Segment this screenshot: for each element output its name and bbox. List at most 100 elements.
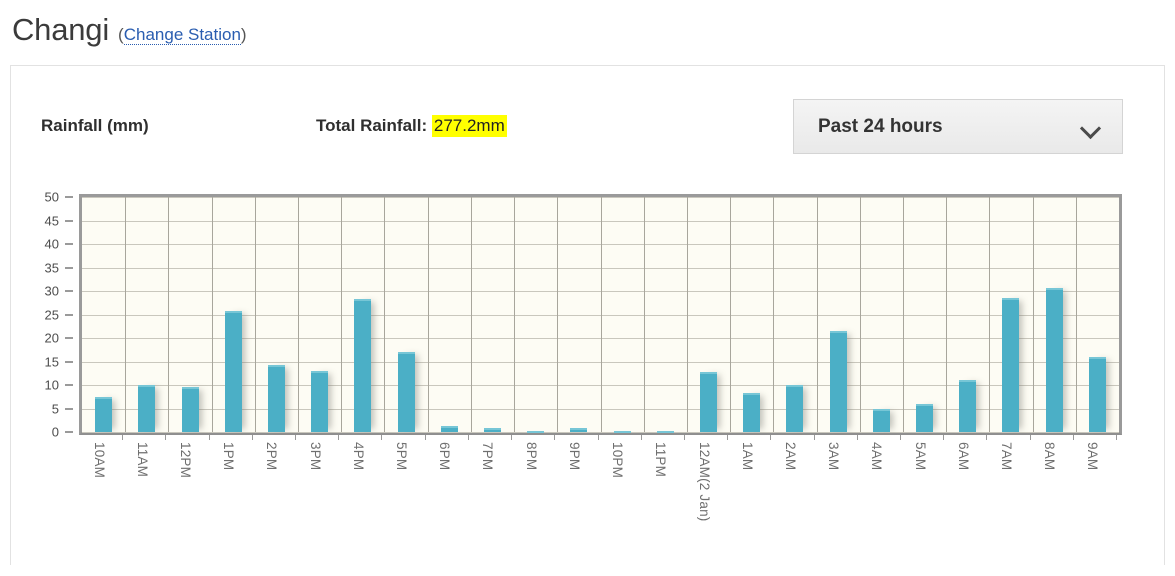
period-select[interactable]: Past 24 hours (793, 99, 1123, 154)
bar[interactable] (397, 351, 415, 432)
bar-highlight (483, 428, 501, 431)
bar[interactable] (138, 385, 156, 432)
x-axis-tick-label: 5AM (912, 442, 928, 471)
x-axis-tick (899, 435, 901, 440)
bar[interactable] (440, 426, 458, 432)
x-axis-tick (597, 435, 599, 440)
x-axis-tick-label: 3AM (826, 442, 842, 471)
bar[interactable] (1045, 288, 1063, 432)
gridline-vertical (989, 197, 991, 432)
x-axis-tick-label: 2PM (264, 442, 280, 471)
bar-highlight (872, 408, 890, 411)
x-axis-tick-label: 4AM (869, 442, 885, 471)
x-axis-tick (1029, 435, 1031, 440)
x-axis-tick (208, 435, 210, 440)
bar-highlight (570, 428, 588, 431)
x-axis-tick (683, 435, 685, 440)
bar[interactable] (95, 397, 113, 432)
y-axis-tick (65, 360, 73, 363)
bar[interactable] (743, 393, 761, 432)
bar-highlight (1045, 288, 1063, 291)
gridline-vertical (643, 197, 645, 432)
bar[interactable] (570, 428, 588, 432)
bar-highlight (829, 330, 847, 333)
bar-highlight (311, 371, 329, 374)
bar-highlight (440, 426, 458, 429)
gridline-vertical (470, 197, 472, 432)
y-axis-tick (65, 196, 73, 198)
total-rainfall-label: Total Rainfall: (316, 116, 428, 135)
x-axis-tick (251, 435, 253, 440)
bar-highlight (267, 365, 285, 368)
x-axis-tick-label: 8PM (523, 442, 539, 471)
bar[interactable] (700, 372, 718, 432)
gridline-vertical (946, 197, 948, 432)
x-axis-tick-label: 9PM (566, 442, 582, 471)
x-axis-tick (986, 435, 988, 440)
x-axis-tick-label: 5PM (394, 442, 410, 471)
plot-inner (82, 197, 1119, 433)
bar[interactable] (656, 430, 674, 433)
x-axis-tick (943, 435, 945, 440)
x-axis-tick-label: 11AM (134, 442, 150, 478)
gridline-vertical (600, 197, 602, 432)
y-axis-tick (65, 313, 73, 316)
bar[interactable] (872, 408, 890, 432)
y-axis: 0 5 10 15 20 25 30 35 40 45 50 (11, 190, 73, 440)
x-axis-tick (511, 435, 513, 440)
y-axis-tick (65, 337, 73, 339)
bar[interactable] (1002, 297, 1020, 432)
x-axis-tick (727, 435, 729, 440)
gridline-vertical (514, 197, 516, 432)
bar-highlight (743, 393, 761, 396)
bar[interactable] (959, 380, 977, 432)
gridline-vertical (1075, 197, 1077, 432)
y-axis-tick (65, 290, 73, 292)
x-axis-tick-label: 6AM (955, 442, 971, 471)
page-title: Changi (12, 12, 110, 47)
x-axis-tick-label: 8AM (1042, 442, 1058, 471)
y-axis-tick (65, 384, 73, 386)
chart-controls: Rainfall (mm) Total Rainfall: 277.2mm Pa… (11, 66, 1164, 166)
y-axis-tick-label: 20 (44, 330, 59, 346)
x-axis-tick-label: 6PM (437, 442, 453, 471)
x-axis-tick (165, 435, 167, 440)
bar[interactable] (267, 365, 285, 432)
bar-highlight (786, 385, 804, 388)
change-station-wrapper: (Change Station) (118, 25, 247, 45)
bar-highlight (1088, 356, 1106, 359)
gridline-vertical (686, 197, 688, 432)
gridline-vertical (211, 197, 213, 432)
gridline-vertical (902, 197, 904, 432)
y-axis-tick-label: 30 (44, 283, 59, 299)
x-axis-tick (381, 435, 383, 440)
bar[interactable] (483, 428, 501, 432)
bar-highlight (613, 430, 631, 433)
bar[interactable] (354, 298, 372, 432)
bar[interactable] (1088, 356, 1106, 432)
bar[interactable] (916, 403, 934, 432)
bar[interactable] (311, 371, 329, 432)
bar[interactable] (786, 385, 804, 432)
bar[interactable] (527, 430, 545, 433)
y-axis-tick-label: 25 (44, 307, 59, 322)
x-axis-tick (1072, 435, 1074, 440)
y-axis-tick-label: 0 (51, 424, 59, 440)
bar[interactable] (829, 330, 847, 432)
bar-highlight (181, 387, 199, 390)
bar[interactable] (613, 430, 631, 433)
y-axis-tick-label: 50 (44, 189, 59, 205)
y-axis-tick (65, 407, 73, 410)
bar-highlight (527, 430, 545, 433)
change-station-link[interactable]: Change Station (123, 25, 241, 45)
bar[interactable] (181, 387, 199, 432)
y-axis-tick (65, 431, 73, 433)
x-axis-tick-label: 1AM (739, 442, 755, 471)
gridline-vertical (254, 197, 256, 432)
rainfall-axis-title: Rainfall (mm) (41, 116, 149, 135)
y-axis-tick (65, 219, 73, 222)
x-axis: 10AM 11AM 12PM 1PM 2PM 3PM 4PM 5PM 6PM 7PM 8PM 9PM 1… (79, 435, 1122, 566)
x-axis-tick (640, 435, 642, 440)
plot-area (79, 194, 1122, 435)
bar[interactable] (224, 310, 242, 432)
